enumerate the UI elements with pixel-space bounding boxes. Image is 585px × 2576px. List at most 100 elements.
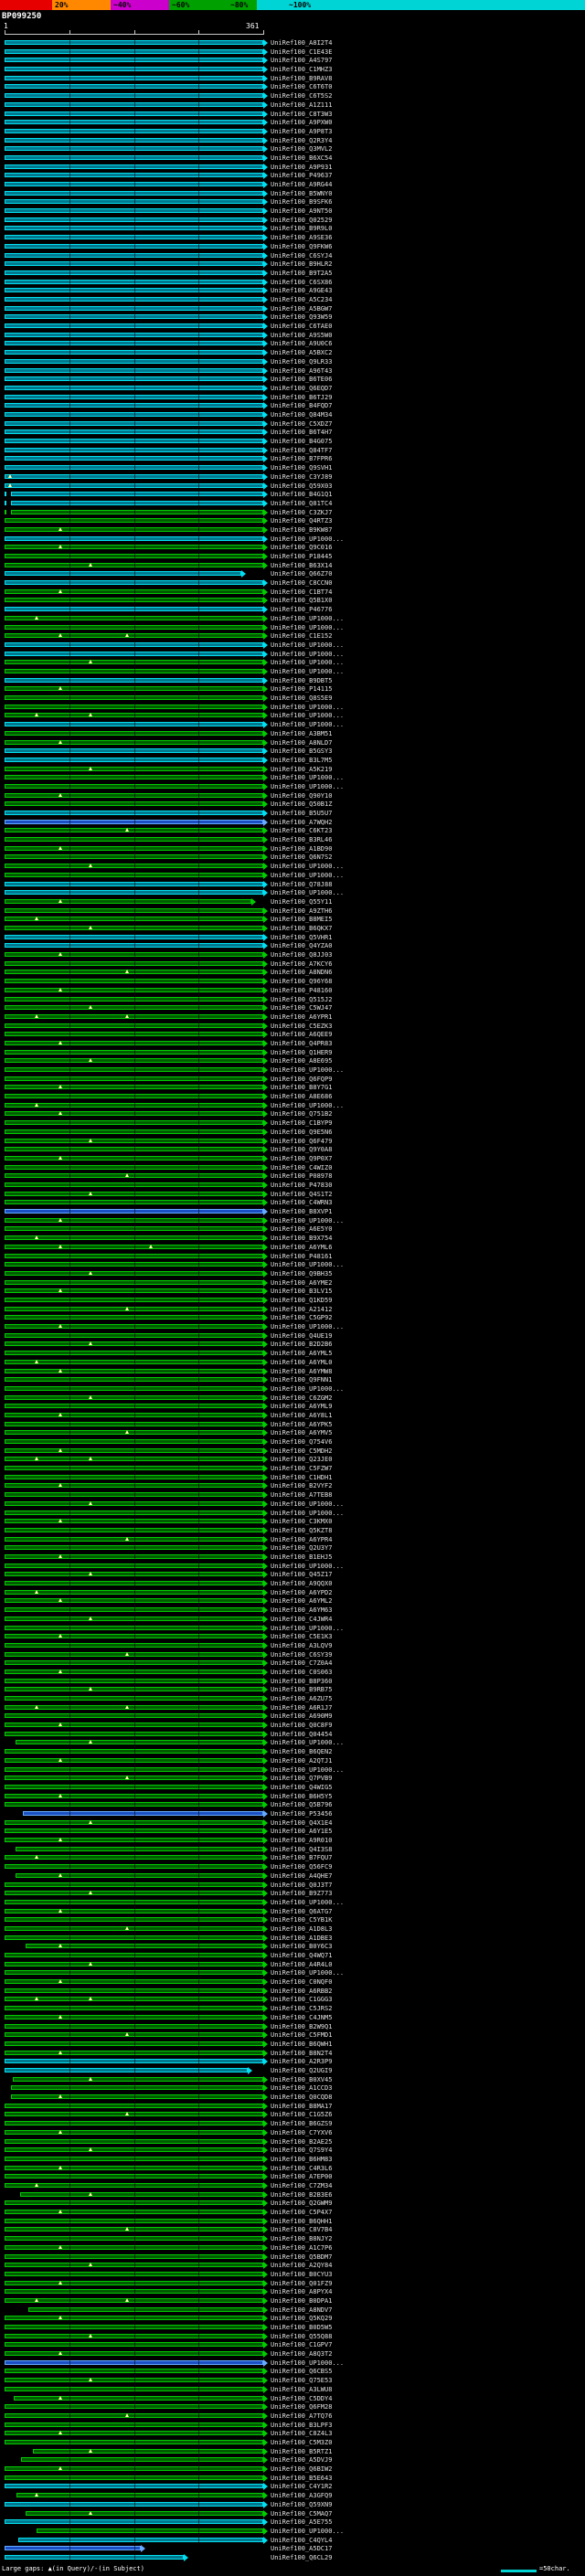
alignment-bar-segment[interactable] — [5, 500, 7, 505]
hit-row[interactable]: UniRef100_B6T4H7 — [0, 428, 585, 437]
hit-row[interactable]: UniRef100_B2AE25 — [0, 2137, 585, 2147]
hit-label[interactable]: UniRef100_Q6FM28 — [271, 2402, 332, 2412]
hit-row[interactable]: UniRef100_A1DBE3 — [0, 1934, 585, 1943]
hit-row[interactable]: UniRef100_A96T43 — [0, 366, 585, 376]
hit-label[interactable]: UniRef100_A5E755 — [271, 2518, 332, 2527]
hit-row[interactable]: UniRef100_C5M3Z0 — [0, 2438, 585, 2447]
hit-row[interactable]: UniRef100_Q81TC4 — [0, 499, 585, 508]
hit-label[interactable]: UniRef100_A4S797 — [271, 56, 332, 65]
hit-label[interactable]: UniRef100_Q2GWM9 — [271, 2199, 332, 2208]
hit-row[interactable]: UniRef100_C7ZM34 — [0, 2181, 585, 2190]
hit-row[interactable]: UniRef100_C4R3L6 — [0, 2164, 585, 2173]
hit-label[interactable]: UniRef100_UP1000... — [271, 623, 344, 632]
hit-row[interactable]: UniRef100_UP1000... — [0, 658, 585, 667]
hit-row[interactable]: UniRef100_Q55Y11 — [0, 897, 585, 906]
hit-label[interactable]: UniRef100_A2R3P9 — [271, 2057, 332, 2066]
alignment-bar-segment[interactable] — [32, 2448, 263, 2454]
hit-label[interactable]: UniRef100_Q96Y68 — [271, 977, 332, 986]
hit-row[interactable]: UniRef100_Q754V6 — [0, 1437, 585, 1447]
hit-label[interactable]: UniRef100_B3L7M5 — [271, 756, 332, 765]
hit-label[interactable]: UniRef100_A5DVJ9 — [271, 2455, 332, 2465]
hit-label[interactable]: UniRef100_C4Y1R2 — [271, 2482, 332, 2491]
hit-label[interactable]: UniRef100_C1G5Z6 — [271, 2110, 332, 2119]
hit-row[interactable]: UniRef100_B6GZS9 — [0, 2119, 585, 2128]
hit-row[interactable]: UniRef100_C5E1K3 — [0, 1632, 585, 1641]
hit-row[interactable]: UniRef100_B7FQU7 — [0, 1853, 585, 1862]
hit-row[interactable]: UniRef100_P47830 — [0, 1181, 585, 1190]
hit-row[interactable]: UniRef100_Q90Y10 — [0, 791, 585, 800]
hit-row[interactable]: UniRef100_A2R3P9 — [0, 2057, 585, 2066]
hit-row[interactable]: UniRef100_P49637 — [0, 171, 585, 180]
hit-row[interactable]: UniRef100_UP1000... — [0, 1562, 585, 1571]
hit-label[interactable]: UniRef100_Q4I3S8 — [271, 1845, 332, 1854]
hit-row[interactable]: UniRef100_C6SX86 — [0, 278, 585, 287]
hit-label[interactable]: UniRef100_C6T5S2 — [271, 91, 332, 101]
hit-row[interactable]: UniRef100_C5DDY4 — [0, 2394, 585, 2403]
hit-row[interactable]: UniRef100_Q01FZ9 — [0, 2279, 585, 2288]
hit-row[interactable]: UniRef100_C1GGG3 — [0, 1995, 585, 2004]
hit-row[interactable]: UniRef100_C6KT23 — [0, 826, 585, 835]
hit-label[interactable]: UniRef100_P53456 — [271, 1809, 332, 1818]
hit-label[interactable]: UniRef100_P48161 — [271, 1252, 332, 1261]
hit-label[interactable]: UniRef100_A8E695 — [271, 1056, 332, 1065]
hit-row[interactable]: UniRef100_UP1000... — [0, 720, 585, 729]
hit-label[interactable]: UniRef100_B5RTZ1 — [271, 2447, 332, 2456]
hit-label[interactable]: UniRef100_A1CCD3 — [271, 2083, 332, 2093]
hit-row[interactable]: UniRef100_B6QHH1 — [0, 2217, 585, 2226]
hit-row[interactable]: UniRef100_A5DC17 — [0, 2544, 585, 2553]
hit-row[interactable]: UniRef100_Q5B796 — [0, 1800, 585, 1809]
hit-row[interactable]: UniRef100_B63X14 — [0, 561, 585, 570]
hit-row[interactable]: UniRef100_C5GP92 — [0, 1313, 585, 1322]
hit-row[interactable]: UniRef100_B9T2A5 — [0, 269, 585, 278]
hit-row[interactable]: UniRef100_Q5KZT8 — [0, 1526, 585, 1535]
hit-label[interactable]: UniRef100_B4G075 — [271, 437, 332, 446]
hit-row[interactable]: UniRef100_C1HDH1 — [0, 1473, 585, 1482]
hit-label[interactable]: UniRef100_Q56FC9 — [271, 1862, 332, 1871]
hit-row[interactable]: UniRef100_A9S5W0 — [0, 331, 585, 340]
hit-label[interactable]: UniRef100_A6YPD2 — [271, 1588, 332, 1597]
alignment-bar-segment[interactable] — [5, 509, 7, 514]
hit-row[interactable]: UniRef100_Q59X03 — [0, 482, 585, 491]
hit-row[interactable]: UniRef100_Q8JJ03 — [0, 950, 585, 959]
hit-row[interactable]: UniRef100_B6HM83 — [0, 2155, 585, 2164]
hit-row[interactable]: UniRef100_A9ZTH6 — [0, 906, 585, 916]
hit-label[interactable]: UniRef100_A6YPK5 — [271, 1420, 332, 1429]
hit-label[interactable]: UniRef100_P18445 — [271, 552, 332, 561]
hit-row[interactable]: UniRef100_B9Z773 — [0, 1889, 585, 1898]
hit-row[interactable]: UniRef100_B9RB75 — [0, 1685, 585, 1694]
hit-row[interactable]: UniRef100_C0S063 — [0, 1668, 585, 1677]
hit-row[interactable]: UniRef100_A9U0C6 — [0, 339, 585, 348]
hit-row[interactable]: UniRef100_P48160 — [0, 986, 585, 995]
hit-row[interactable]: UniRef100_C4WRN3 — [0, 1198, 585, 1207]
hit-row[interactable]: UniRef100_Q59XN9 — [0, 2500, 585, 2509]
hit-label[interactable]: UniRef100_C0NQF0 — [271, 1977, 332, 1987]
hit-row[interactable]: UniRef100_Q04454 — [0, 1730, 585, 1739]
hit-label[interactable]: UniRef100_A9QQX0 — [271, 1579, 332, 1588]
hit-label[interactable]: UniRef100_UP1000... — [271, 658, 344, 667]
hit-label[interactable]: UniRef100_A7WQH2 — [271, 818, 332, 827]
hit-row[interactable]: UniRef100_A2QTJ1 — [0, 1756, 585, 1765]
hit-row[interactable]: UniRef100_B8NJY2 — [0, 2234, 585, 2243]
hit-label[interactable]: UniRef100_C5JRS2 — [271, 2004, 332, 2013]
hit-row[interactable]: UniRef100_B2B3E6 — [0, 2190, 585, 2200]
hit-row[interactable]: UniRef100_Q2R3Y4 — [0, 136, 585, 145]
hit-label[interactable]: UniRef100_P14115 — [271, 684, 332, 694]
hit-row[interactable]: UniRef100_UP1000... — [0, 711, 585, 720]
hit-label[interactable]: UniRef100_B0Y6C3 — [271, 1942, 332, 1951]
hit-row[interactable]: UniRef100_UP1000... — [0, 1322, 585, 1331]
hit-row[interactable]: UniRef100_Q6ATG7 — [0, 1907, 585, 1916]
hit-row[interactable]: UniRef100_C8CCN0 — [0, 578, 585, 588]
hit-label[interactable]: UniRef100_B9KW87 — [271, 525, 332, 535]
hit-label[interactable]: UniRef100_C5GP92 — [271, 1313, 332, 1322]
hit-label[interactable]: UniRef100_B4FQD7 — [271, 401, 332, 410]
hit-row[interactable]: UniRef100_Q7S9Y4 — [0, 2146, 585, 2155]
hit-row[interactable]: UniRef100_C4Y1R2 — [0, 2482, 585, 2491]
hit-row[interactable]: UniRef100_C3YJ89 — [0, 472, 585, 482]
hit-row[interactable]: UniRef100_C4JNM5 — [0, 2013, 585, 2022]
hit-row[interactable]: UniRef100_Q84M34 — [0, 410, 585, 419]
hit-row[interactable]: UniRef100_UP1000... — [0, 2527, 585, 2536]
hit-label[interactable]: UniRef100_P08978 — [271, 1171, 332, 1181]
hit-label[interactable]: UniRef100_C4JNM5 — [271, 2013, 332, 2022]
hit-row[interactable]: UniRef100_Q9LR33 — [0, 357, 585, 366]
hit-label[interactable]: UniRef100_C7Z0A4 — [271, 1659, 332, 1668]
